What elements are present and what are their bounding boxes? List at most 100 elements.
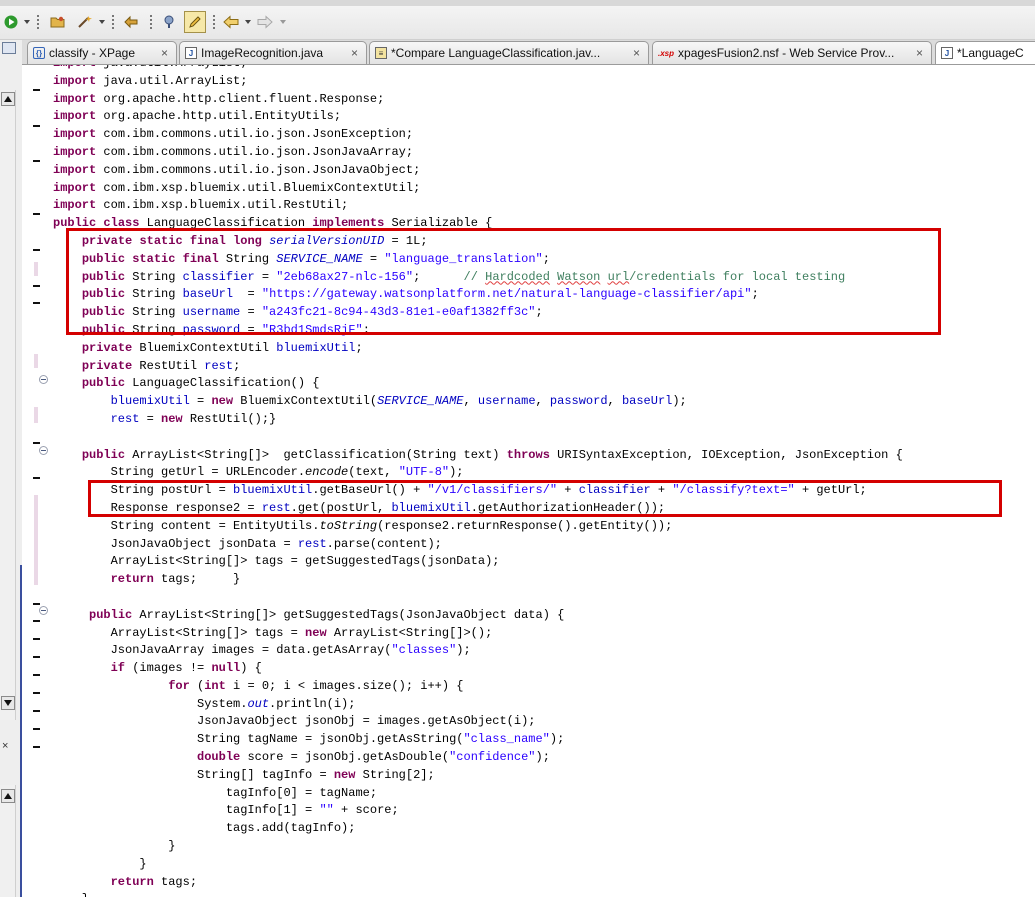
side-panel-scrollbar-lower[interactable]	[0, 785, 16, 897]
wand-icon[interactable]	[76, 12, 94, 32]
java-code-editor[interactable]: import java.util.ArrayList;import java.u…	[22, 65, 1035, 897]
code-line[interactable]: public ArrayList<String[]> getSuggestedT…	[53, 607, 903, 625]
fold-toggle-icon[interactable]	[39, 446, 48, 455]
code-line[interactable]: tagInfo[0] = tagName;	[53, 785, 903, 803]
code-line[interactable]: public String username = "a243fc21-8c94-…	[53, 304, 903, 322]
code-line[interactable]: import java.util.ArrayList;	[53, 65, 903, 73]
code-line[interactable]: import java.util.ArrayList;	[53, 73, 903, 91]
code-line[interactable]: String getUrl = URLEncoder.encode(text, …	[53, 464, 903, 482]
back-arrow-icon[interactable]	[222, 12, 240, 32]
code-token: rest	[261, 500, 291, 515]
close-icon[interactable]: ×	[2, 740, 8, 752]
open-folder-icon[interactable]	[49, 12, 67, 32]
code-line[interactable]: import com.ibm.xsp.bluemix.util.BluemixC…	[53, 180, 903, 198]
fold-toggle-icon[interactable]	[39, 375, 48, 384]
code-line[interactable]: JsonJavaArray images = data.getAsArray("…	[53, 642, 903, 660]
scroll-up-arrow-icon[interactable]	[1, 789, 15, 803]
code-line[interactable]: String[] tagInfo = new String[2];	[53, 767, 903, 785]
code-token: String[2];	[355, 767, 435, 782]
back-dropdown-caret[interactable]	[245, 20, 251, 24]
code-token: .parse(content);	[326, 536, 442, 551]
code-line[interactable]: Response response2 = rest.get(postUrl, b…	[53, 500, 903, 518]
tab-compare-languageclassification[interactable]: ≡ *Compare LanguageClassification.jav...…	[369, 41, 649, 64]
code-line[interactable]	[53, 429, 903, 447]
pin-icon[interactable]	[160, 12, 178, 32]
code-line[interactable]: public String baseUrl = "https://gateway…	[53, 286, 903, 304]
code-line[interactable]: import org.apache.http.client.fluent.Res…	[53, 91, 903, 109]
code-line[interactable]: import org.apache.http.util.EntityUtils;	[53, 108, 903, 126]
code-token: LanguageClassification() {	[125, 376, 320, 391]
code-line[interactable]: public ArrayList<String[]> getClassifica…	[53, 447, 903, 465]
code-line[interactable]: import com.ibm.commons.util.io.json.Json…	[53, 162, 903, 180]
run-icon[interactable]	[3, 12, 19, 32]
fold-toggle-icon[interactable]	[39, 606, 48, 615]
side-panel-scrollbar[interactable]	[0, 90, 16, 720]
code-line[interactable]: if (images != null) {	[53, 660, 903, 678]
code-line[interactable]	[53, 589, 903, 607]
tab-xpagesfusion2-web-service[interactable]: .xsp xpagesFusion2.nsf - Web Service Pro…	[652, 41, 932, 64]
tab-languageclassification-java[interactable]: J *LanguageC	[935, 41, 1035, 64]
code-line[interactable]: private RestUtil rest;	[53, 358, 903, 376]
back-in-history-icon[interactable]	[122, 12, 140, 32]
code-token: //	[463, 269, 486, 284]
code-line[interactable]: import com.ibm.commons.util.io.json.Json…	[53, 144, 903, 162]
code-line[interactable]: public String password = "R3bd1SmdsRjF";	[53, 322, 903, 340]
code-line[interactable]: private BluemixContextUtil bluemixUtil;	[53, 340, 903, 358]
code-line[interactable]: bluemixUtil = new BluemixContextUtil(SER…	[53, 393, 903, 411]
code-line[interactable]: public LanguageClassification() {	[53, 375, 903, 393]
code-line[interactable]: JsonJavaObject jsonData = rest.parse(con…	[53, 536, 903, 554]
code-line[interactable]: tagInfo[1] = "" + score;	[53, 802, 903, 820]
tab-classify-xpage[interactable]: {} classify - XPage ×	[27, 41, 177, 64]
code-token: bluemixUtil	[233, 483, 313, 498]
code-line[interactable]: public class LanguageClassification impl…	[53, 215, 903, 233]
code-line[interactable]: for (int i = 0; i < images.size(); i++) …	[53, 678, 903, 696]
code-line[interactable]: ArrayList<String[]> tags = new ArrayList…	[53, 625, 903, 643]
close-icon[interactable]: ×	[351, 46, 358, 60]
code-token: Serializable {	[384, 216, 493, 231]
code-line[interactable]: tags.add(tagInfo);	[53, 820, 903, 838]
edit-pencil-icon[interactable]	[184, 11, 206, 33]
close-icon[interactable]: ×	[161, 46, 168, 60]
close-icon[interactable]: ×	[916, 46, 923, 60]
code-line[interactable]: double score = jsonObj.getAsDouble("conf…	[53, 749, 903, 767]
code-line[interactable]: String postUrl = bluemixUtil.getBaseUrl(…	[53, 482, 903, 500]
code-line[interactable]: }	[53, 891, 903, 897]
code-line[interactable]: return tags; }	[53, 571, 903, 589]
scroll-up-arrow-icon[interactable]	[1, 92, 15, 106]
tab-imagerecognition-java[interactable]: J ImageRecognition.java ×	[179, 41, 367, 64]
code-token: username	[477, 394, 536, 409]
minimized-view-icon[interactable]	[2, 42, 16, 54]
code-line[interactable]: import com.ibm.commons.util.io.json.Json…	[53, 126, 903, 144]
code-token: "/classify?text="	[672, 483, 795, 498]
forward-dropdown-caret[interactable]	[280, 20, 286, 24]
code-line[interactable]: System.out.println(i);	[53, 696, 903, 714]
code-line[interactable]: JsonJavaObject jsonObj = images.getAsObj…	[53, 713, 903, 731]
code-token: tagInfo[0] = tagName;	[53, 785, 378, 800]
wand-dropdown-caret[interactable]	[99, 20, 105, 24]
code-line[interactable]: public String classifier = "2eb68ax27-nl…	[53, 269, 903, 287]
code-token: .get(postUrl,	[290, 500, 392, 515]
scroll-down-arrow-icon[interactable]	[1, 696, 15, 710]
code-line[interactable]: }	[53, 838, 903, 856]
code-line[interactable]: import com.ibm.xsp.bluemix.util.RestUtil…	[53, 197, 903, 215]
code-token: org.apache.http.client.fluent.Response;	[96, 91, 385, 106]
code-line[interactable]: String tagName = jsonObj.getAsString("cl…	[53, 731, 903, 749]
ide-window: × {} classify - XPage × J ImageRecogniti…	[0, 0, 1035, 897]
code-token: );	[449, 465, 464, 480]
code-line[interactable]: rest = new RestUtil();}	[53, 411, 903, 429]
code-line[interactable]: ArrayList<String[]> tags = getSuggestedT…	[53, 553, 903, 571]
code-line[interactable]: private static final long serialVersionU…	[53, 233, 903, 251]
close-icon[interactable]: ×	[633, 46, 640, 60]
code-line[interactable]: }	[53, 856, 903, 874]
code-line[interactable]: return tags;	[53, 874, 903, 892]
code-line[interactable]: public static final String SERVICE_NAME …	[53, 251, 903, 269]
source-code[interactable]: import java.util.ArrayList;import java.u…	[53, 65, 903, 897]
code-line[interactable]: String content = EntityUtils.toString(re…	[53, 518, 903, 536]
code-token: "/v1/classifiers/"	[427, 483, 558, 498]
run-dropdown-caret[interactable]	[24, 20, 30, 24]
forward-arrow-icon[interactable]	[256, 12, 274, 32]
code-token: username	[182, 305, 241, 320]
quick-diff-marker	[33, 249, 40, 251]
